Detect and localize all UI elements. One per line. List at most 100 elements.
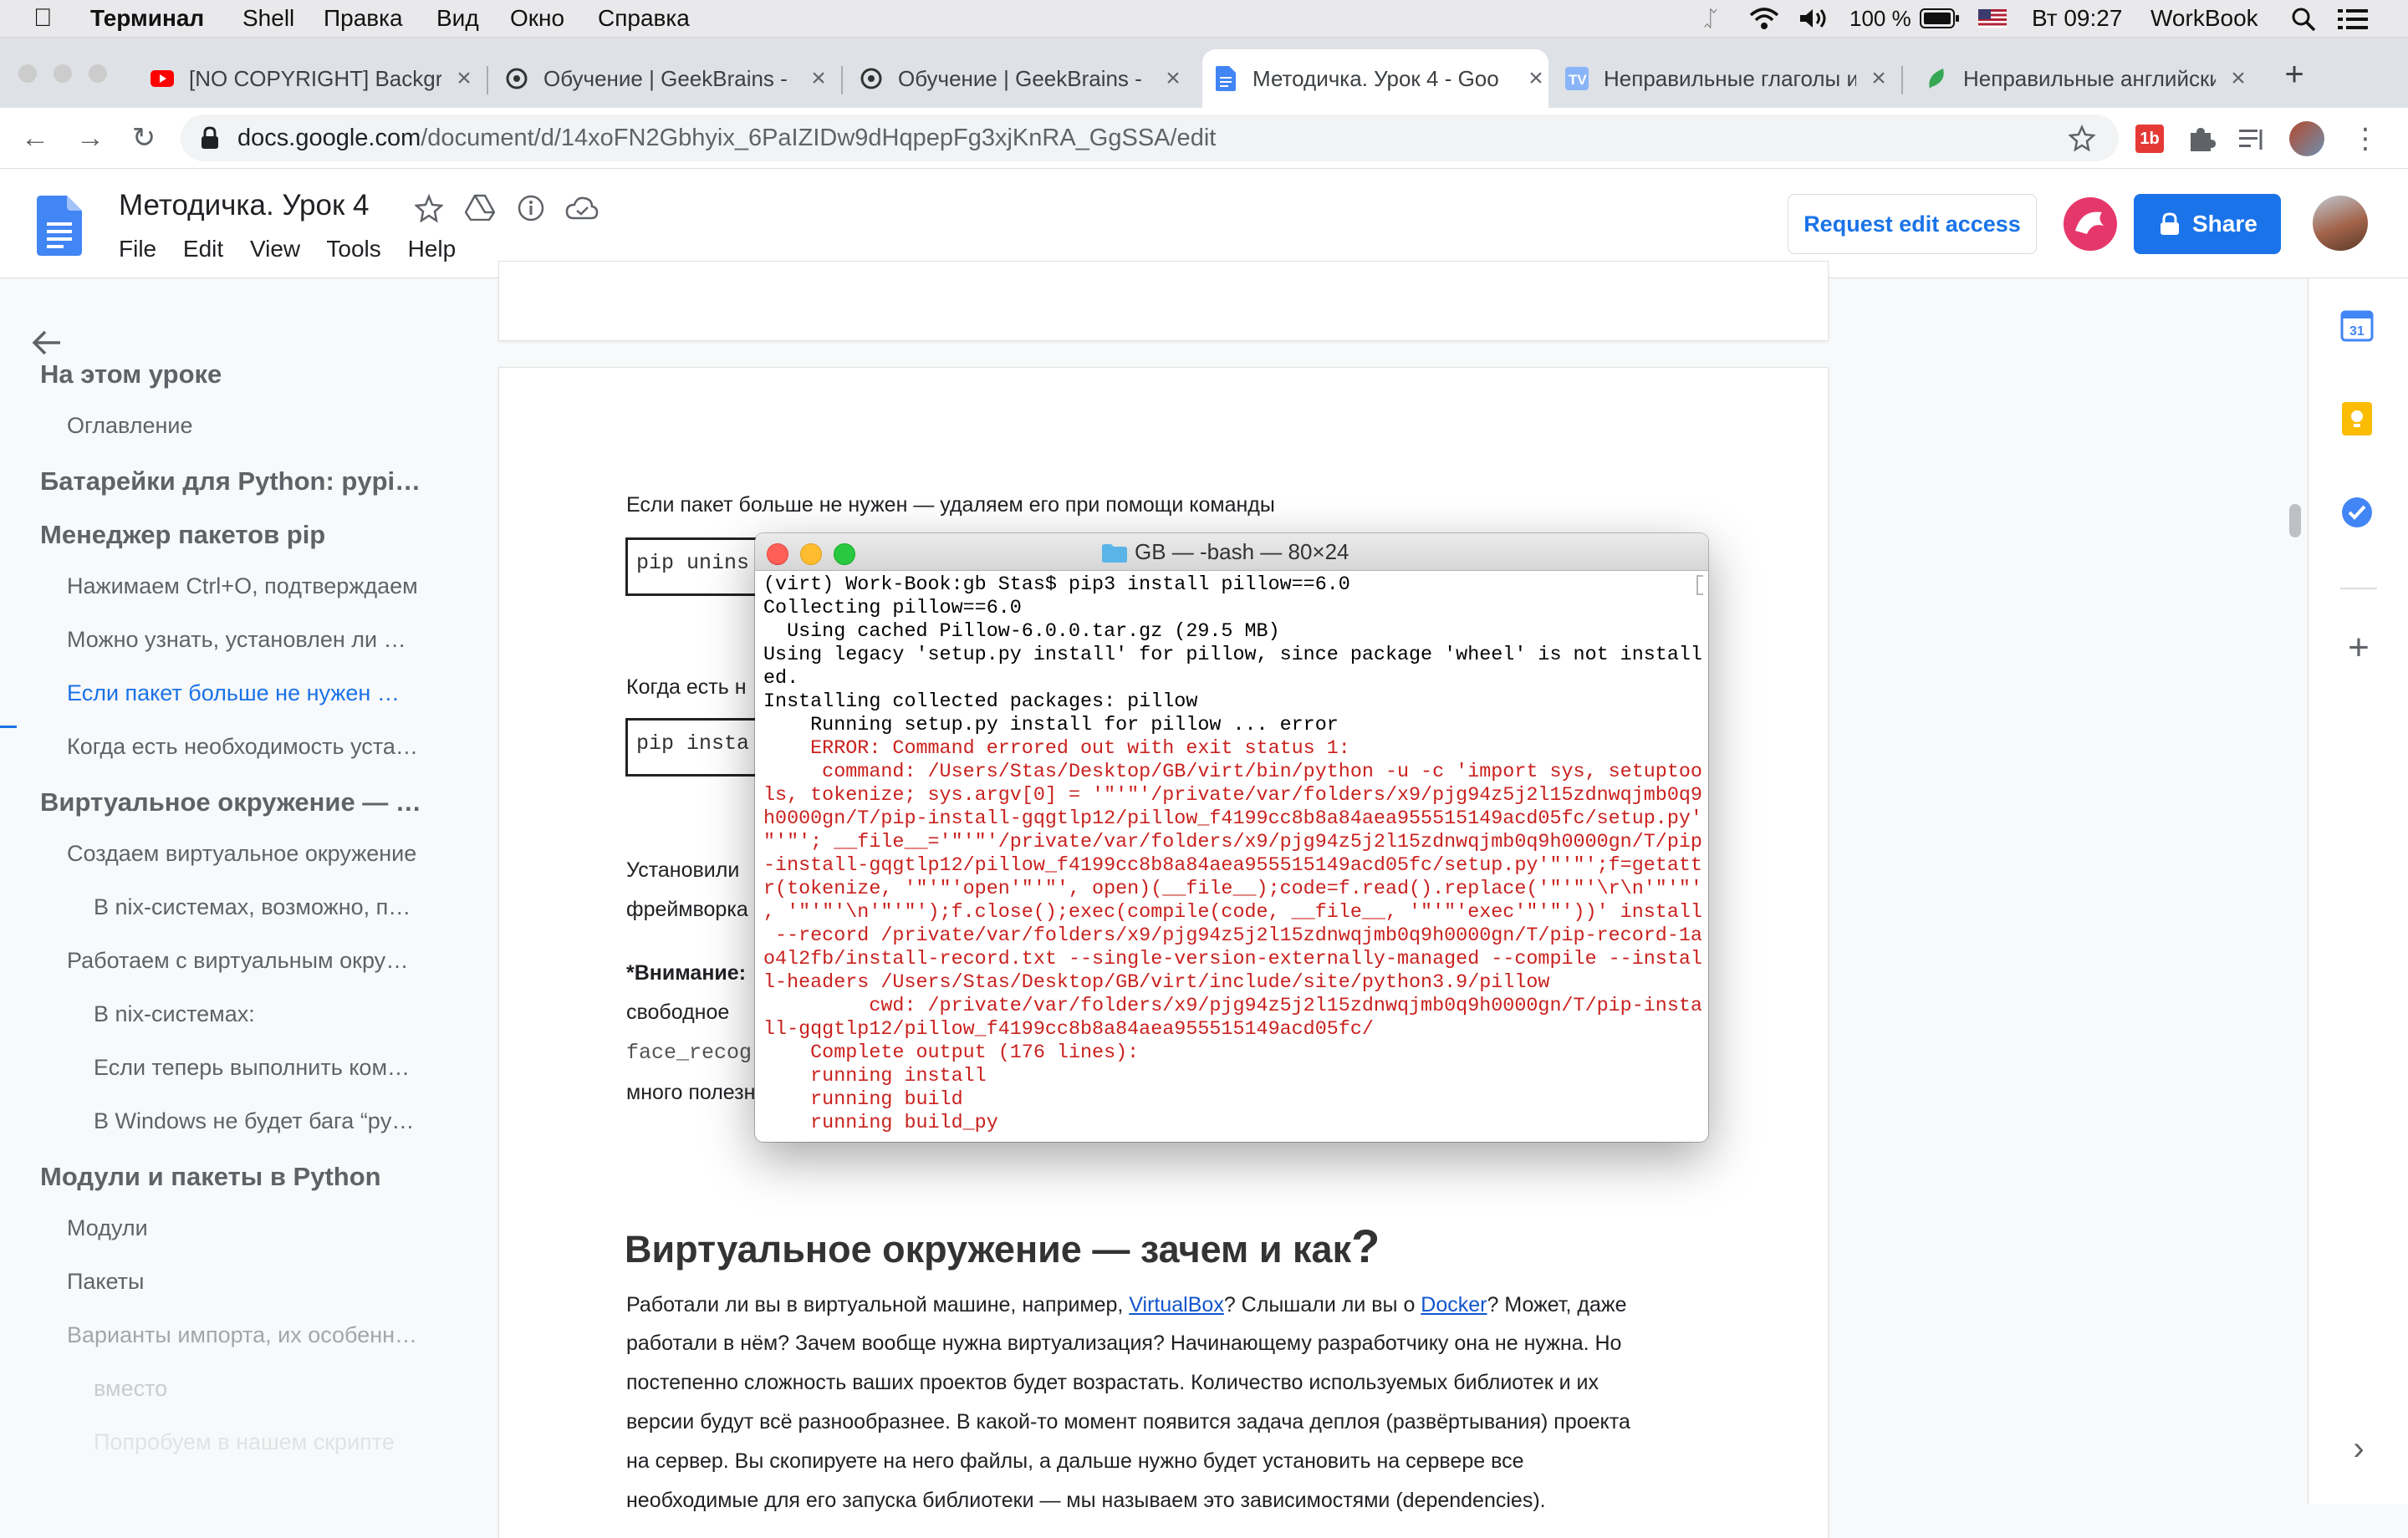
outline-item[interactable]: Пакеты (67, 1269, 418, 1295)
menu-window[interactable]: Окно (510, 0, 564, 37)
reading-list-icon[interactable] (2239, 126, 2268, 151)
reload-icon[interactable]: ↻ (125, 120, 162, 156)
tab-geekbrains-2[interactable]: Обучение | GeekBrains - × (860, 49, 1186, 108)
volume-icon[interactable] (1798, 7, 1831, 30)
tab-youtube[interactable]: [NO COPYRIGHT] Backgro × (150, 49, 477, 108)
window-zoom-button[interactable] (89, 64, 107, 83)
info-icon[interactable] (517, 194, 545, 222)
back-arrow-icon[interactable] (30, 328, 64, 357)
app-menu-terminal[interactable]: Терминал (90, 0, 204, 37)
window-minimize-button[interactable] (54, 64, 72, 83)
outline-item[interactable]: Можно узнать, установлен ли пакет (67, 627, 418, 653)
user-name[interactable]: WorkBook (2150, 0, 2258, 37)
bookmark-star-icon[interactable] (2069, 125, 2095, 151)
tab-close-icon[interactable]: × (1161, 64, 1186, 93)
tab-close-icon[interactable]: × (806, 64, 831, 93)
calendar-icon[interactable]: 31 (2340, 308, 2374, 342)
forward-icon[interactable]: → (72, 120, 109, 156)
user-avatar[interactable] (2313, 196, 2368, 251)
extensions-puzzle-icon[interactable] (2187, 125, 2216, 153)
menu-view[interactable]: Вид (436, 0, 479, 37)
outline-item[interactable]: В nix-системах, возможно, придется (94, 894, 420, 920)
tab-irregular-verbs-2[interactable]: Неправильные английски × (1925, 49, 2251, 108)
cloud-saved-icon[interactable] (565, 196, 599, 221)
menu-help[interactable]: Help (408, 236, 457, 262)
heading-virtual-env: Виртуальное окружение — зачем и как? (625, 1219, 1380, 1273)
menu-help[interactable]: Справка (598, 0, 690, 37)
tasks-icon[interactable] (2340, 496, 2374, 529)
svg-text:TV: TV (1569, 72, 1587, 88)
page-scrollbar-thumb[interactable] (2289, 504, 2301, 537)
request-edit-access-button[interactable]: Request edit access (1788, 194, 2037, 254)
tab-close-icon[interactable]: × (452, 64, 477, 93)
virtualbox-link[interactable]: VirtualBox (1129, 1293, 1224, 1316)
tab-irregular-verbs-1[interactable]: TV Неправильные глаголы и × (1565, 49, 1891, 108)
menu-tools[interactable]: Tools (326, 236, 380, 262)
geekbrains-icon (505, 67, 528, 90)
tab-close-icon[interactable]: × (2226, 64, 2251, 93)
terminal-output[interactable]: (virt) Work-Book:gb Stas$ pip3 install p… (763, 573, 1702, 1135)
add-addon-icon[interactable]: + (2340, 629, 2377, 666)
outline-item[interactable]: Если теперь выполнить команду (94, 1055, 420, 1081)
terminal-close-button[interactable] (767, 543, 788, 565)
tab-google-docs[interactable]: Методичка. Урок 4 - Goo × (1202, 49, 1548, 108)
outline-item[interactable]: Модули и пакеты в Python (40, 1162, 425, 1192)
tab-close-icon[interactable]: × (1523, 64, 1548, 93)
terminal-window[interactable]: GB — -bash — 80×24 (virt) Work-Book:gb S… (755, 533, 1708, 1142)
docker-link[interactable]: Docker (1421, 1293, 1487, 1316)
spotlight-search-icon[interactable] (2291, 7, 2316, 32)
menu-edit[interactable]: Правка (324, 0, 403, 37)
menu-edit[interactable]: Edit (183, 236, 223, 262)
wifi-icon[interactable] (1747, 7, 1781, 30)
google-docs-logo-icon[interactable] (37, 196, 82, 256)
clock[interactable]: Вт 09:27 (2032, 0, 2122, 37)
terminal-minimize-button[interactable] (800, 543, 822, 565)
outline-item[interactable]: Батарейки для Python: pypi.org (40, 466, 425, 497)
menu-shell[interactable]: Shell (242, 0, 294, 37)
outline-item[interactable]: На этом уроке (40, 359, 425, 390)
menu-file[interactable]: File (119, 236, 156, 262)
share-button[interactable]: Share (2134, 194, 2281, 254)
terminal-title-bar[interactable]: GB — -bash — 80×24 (755, 533, 1708, 571)
terminal-zoom-button[interactable] (834, 543, 855, 565)
attention-label: *Внимание: (626, 961, 747, 985)
battery-icon[interactable] (1920, 8, 1960, 28)
heading-question-mark: ? (1351, 1220, 1380, 1272)
collaborator-avatar[interactable] (2064, 197, 2117, 251)
outline-item[interactable]: Создаем виртуальное окружение (67, 841, 418, 867)
lock-icon[interactable] (201, 126, 219, 150)
body-line-6: необходимые для его запуска библиотеки —… (626, 1489, 1546, 1512)
extension-red-icon[interactable]: 1b (2135, 125, 2164, 153)
outline-item[interactable]: Работаем с виртуальным окружением (67, 948, 418, 974)
apple-icon[interactable]:  (33, 0, 53, 37)
browser-profile-avatar[interactable] (2289, 121, 2324, 156)
star-icon[interactable] (415, 194, 443, 222)
outline-item[interactable]: В Windows не будет бага “python” (94, 1108, 420, 1134)
address-bar[interactable]: docs.google.com/document/d/14xoFN2Gbhyix… (181, 115, 2119, 161)
move-to-drive-icon[interactable] (465, 194, 495, 221)
outline-item[interactable]: вместо (94, 1376, 420, 1402)
outline-item[interactable]: Попробуем в нашем скрипте (94, 1429, 420, 1455)
menu-view[interactable]: View (250, 236, 300, 262)
window-close-button[interactable] (18, 64, 37, 83)
us-flag-icon[interactable] (1978, 9, 2007, 28)
browser-menu-kebab-icon[interactable]: ⋮ (2351, 121, 2380, 156)
outline-item[interactable]: Модули (67, 1215, 418, 1241)
outline-item[interactable]: Нажимаем Ctrl+O, подтверждаем (67, 573, 418, 599)
back-icon[interactable]: ← (17, 120, 54, 156)
outline-item[interactable]: Менеджер пакетов pip (40, 520, 425, 550)
tab-geekbrains-1[interactable]: Обучение | GeekBrains - × (505, 49, 831, 108)
outline-item[interactable]: Когда есть необходимость установить (67, 734, 418, 760)
bluetooth-icon[interactable]: ᛢ (1704, 0, 1717, 37)
tab-close-icon[interactable]: × (1866, 64, 1891, 93)
outline-item[interactable]: В nix-системах: (94, 1001, 420, 1027)
outline-item[interactable]: Оглавление (67, 413, 418, 439)
outline-item[interactable]: Если пакет больше не нужен — удаляем (67, 680, 418, 706)
keep-icon[interactable] (2342, 402, 2372, 435)
outline-item[interactable]: Виртуальное окружение — зачем и как (40, 787, 425, 817)
document-title[interactable]: Методичка. Урок 4 (119, 189, 369, 222)
outline-item[interactable]: Варианты импорта, их особенности (67, 1322, 418, 1348)
control-center-icon[interactable] (2338, 8, 2368, 31)
new-tab-button[interactable]: + (2276, 56, 2313, 93)
expand-panel-chevron-icon[interactable]: › (2342, 1432, 2375, 1465)
